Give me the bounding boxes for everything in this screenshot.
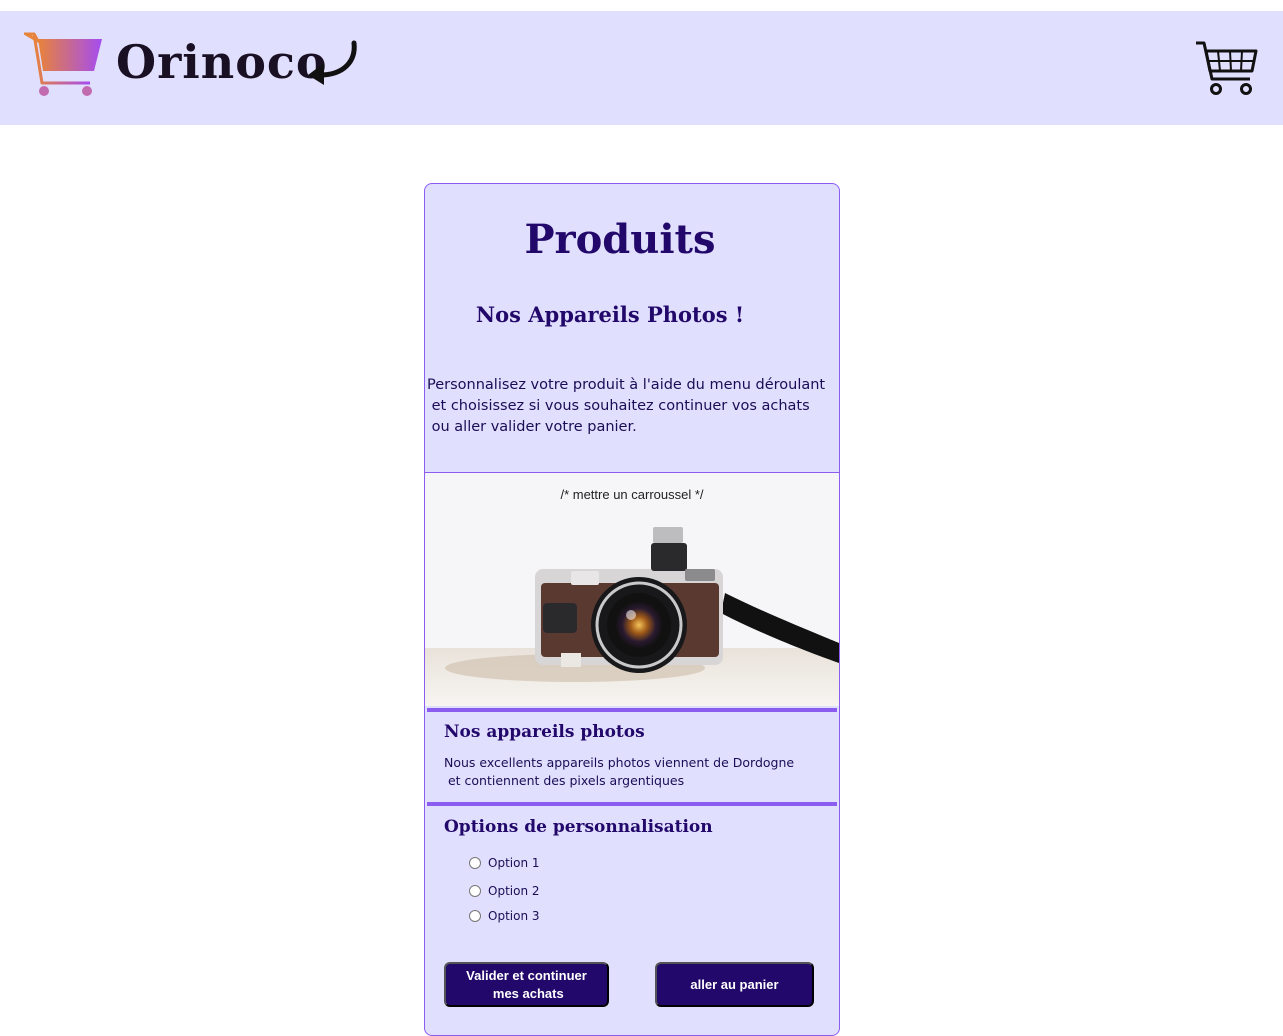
intro-text: Personnalisez votre produit à l'aide du … (427, 375, 837, 438)
validate-continue-button[interactable]: Valider et continuer mes achats (444, 962, 609, 1007)
page-title: Produits (524, 216, 716, 263)
description-line: Nous excellents appareils photos viennen… (444, 755, 795, 770)
option-label: Option 2 (488, 884, 540, 898)
option-radio-2[interactable]: Option 2 (469, 883, 540, 899)
product-description: Nous excellents appareils photos viennen… (444, 754, 834, 790)
option-label: Option 3 (488, 909, 540, 923)
product-heading: Nos appareils photos (444, 722, 645, 742)
carousel-note: /* mettre un carroussel */ (560, 487, 704, 502)
radio-button[interactable] (469, 885, 481, 897)
description-line: et contiennent des pixels argentiques (444, 773, 685, 788)
option-label: Option 1 (488, 856, 540, 870)
intro-line: et choisissez si vous souhaitez continue… (427, 398, 810, 414)
site-header: Orinoco (0, 11, 1283, 125)
shopping-cart-icon[interactable] (1194, 39, 1258, 97)
radio-button[interactable] (469, 857, 481, 869)
section-divider (427, 802, 837, 806)
curved-back-arrow-icon[interactable] (304, 39, 360, 85)
option-radio-1[interactable]: Option 1 (469, 855, 540, 871)
options-heading: Options de personnalisation (444, 817, 713, 837)
intro-line: ou aller valider votre panier. (427, 419, 637, 435)
product-carousel[interactable]: /* mettre un carroussel */ (425, 473, 839, 706)
shopping-cart-gradient-icon[interactable] (24, 31, 106, 99)
brand-name[interactable]: Orinoco (116, 35, 328, 89)
intro-line: Personnalisez votre produit à l'aide du … (427, 377, 826, 393)
radio-button[interactable] (469, 910, 481, 922)
page-subtitle: Nos Appareils Photos ! (475, 302, 745, 327)
product-card: Produits Nos Appareils Photos ! Personna… (424, 183, 840, 1036)
top-strip (0, 0, 1283, 11)
section-divider (427, 708, 837, 712)
option-radio-3[interactable]: Option 3 (469, 908, 540, 924)
camera-photo (425, 473, 839, 706)
go-to-cart-button[interactable]: aller au panier (655, 962, 814, 1007)
